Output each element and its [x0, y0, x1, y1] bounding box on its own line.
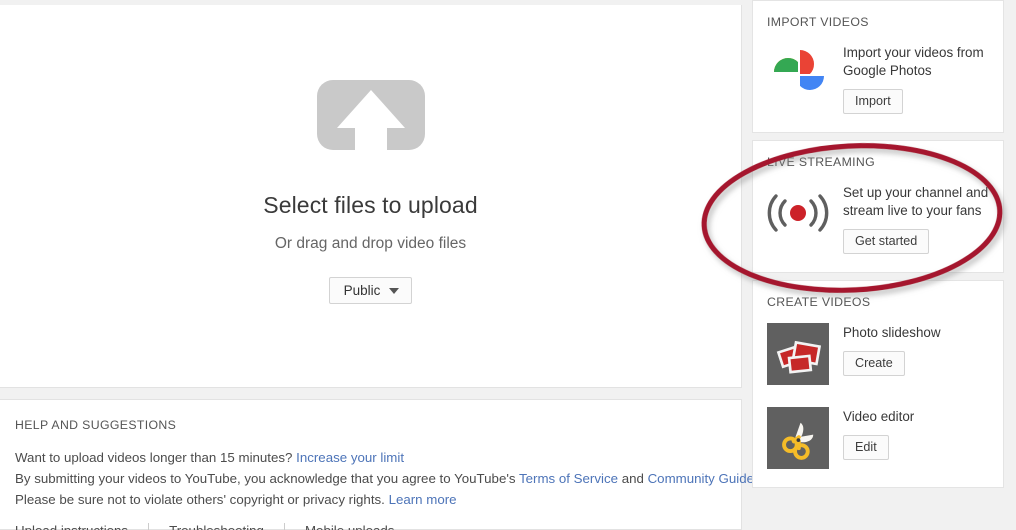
help-line-3: Please be sure not to violate others' co…	[15, 489, 741, 510]
live-streaming-row: Set up your channel and stream live to y…	[767, 183, 989, 254]
create-slideshow-button[interactable]: Create	[843, 351, 905, 376]
upload-dropzone[interactable]: Select files to upload Or drag and drop …	[0, 5, 741, 387]
import-button[interactable]: Import	[843, 89, 903, 114]
create-videos-heading: CREATE VIDEOS	[767, 295, 871, 309]
video-editor-scissors-icon	[767, 407, 829, 469]
upload-subtitle: Or drag and drop video files	[274, 234, 467, 252]
help-line-3-text: Please be sure not to violate others' co…	[15, 492, 389, 507]
import-videos-card: IMPORT VIDEOS Import your videos from Go…	[752, 0, 1004, 133]
help-and-suggestions-panel: HELP AND SUGGESTIONS Want to upload vide…	[0, 399, 785, 530]
upload-page: Select files to upload Or drag and drop …	[0, 0, 1016, 530]
help-line-1-text: Want to upload videos longer than 15 min…	[15, 450, 297, 465]
import-videos-row: Import your videos from Google Photos Im…	[767, 43, 989, 114]
photo-slideshow-label: Photo slideshow	[843, 325, 941, 340]
upload-title: Select files to upload	[263, 191, 478, 218]
video-editor-body: Video editor Edit	[843, 407, 914, 460]
learn-more-link[interactable]: Learn more	[389, 492, 457, 507]
upload-instructions-link[interactable]: Upload instructions	[15, 523, 128, 530]
increase-your-limit-link[interactable]: Increase your limit	[296, 450, 404, 465]
left-column: Select files to upload Or drag and drop …	[0, 5, 785, 530]
live-streaming-heading: LIVE STREAMING	[767, 155, 876, 169]
privacy-dropdown-value: Public	[343, 282, 381, 298]
photo-slideshow-icon	[767, 323, 829, 385]
live-streaming-body: Set up your channel and stream live to y…	[843, 183, 989, 254]
footer-divider-2	[283, 523, 285, 530]
import-videos-body: Import your videos from Google Photos Im…	[843, 43, 989, 114]
import-videos-text: Import your videos from Google Photos	[843, 45, 984, 78]
terms-of-service-link[interactable]: Terms of Service	[519, 471, 618, 486]
chevron-down-icon	[389, 287, 400, 294]
live-broadcast-icon	[767, 187, 829, 239]
get-started-button[interactable]: Get started	[843, 229, 930, 254]
create-videos-card: CREATE VIDEOS Photo slideshow Create Vid…	[752, 280, 1004, 488]
troubleshooting-link[interactable]: Troubleshooting	[169, 523, 264, 530]
live-streaming-card: LIVE STREAMING Set up your channel and s…	[752, 140, 1004, 273]
video-editor-row: Video editor Edit	[767, 407, 989, 469]
video-editor-label: Video editor	[843, 409, 915, 424]
help-line-1: Want to upload videos longer than 15 min…	[15, 447, 741, 468]
help-footer-links: Upload instructions Troubleshooting Mobi…	[15, 523, 741, 530]
sidebar: IMPORT VIDEOS Import your videos from Go…	[752, 0, 1004, 495]
privacy-dropdown[interactable]: Public	[328, 276, 413, 305]
upload-arrow-icon	[313, 76, 429, 168]
mobile-uploads-link[interactable]: Mobile uploads	[305, 523, 394, 530]
upload-panel[interactable]: Select files to upload Or drag and drop …	[0, 5, 742, 388]
help-line-2: By submitting your videos to YouTube, yo…	[15, 468, 785, 489]
help-heading: HELP AND SUGGESTIONS	[15, 418, 177, 432]
photo-slideshow-body: Photo slideshow Create	[843, 323, 941, 376]
help-line-2-text-a: By submitting your videos to YouTube, yo…	[15, 471, 519, 486]
footer-divider-1	[148, 523, 150, 530]
google-photos-pinwheel-icon	[767, 43, 829, 105]
help-line-2-text-b: and	[618, 471, 648, 486]
import-videos-heading: IMPORT VIDEOS	[767, 15, 869, 29]
live-streaming-text: Set up your channel and stream live to y…	[843, 185, 989, 218]
edit-video-button[interactable]: Edit	[843, 435, 889, 460]
photo-slideshow-row: Photo slideshow Create	[767, 323, 989, 385]
